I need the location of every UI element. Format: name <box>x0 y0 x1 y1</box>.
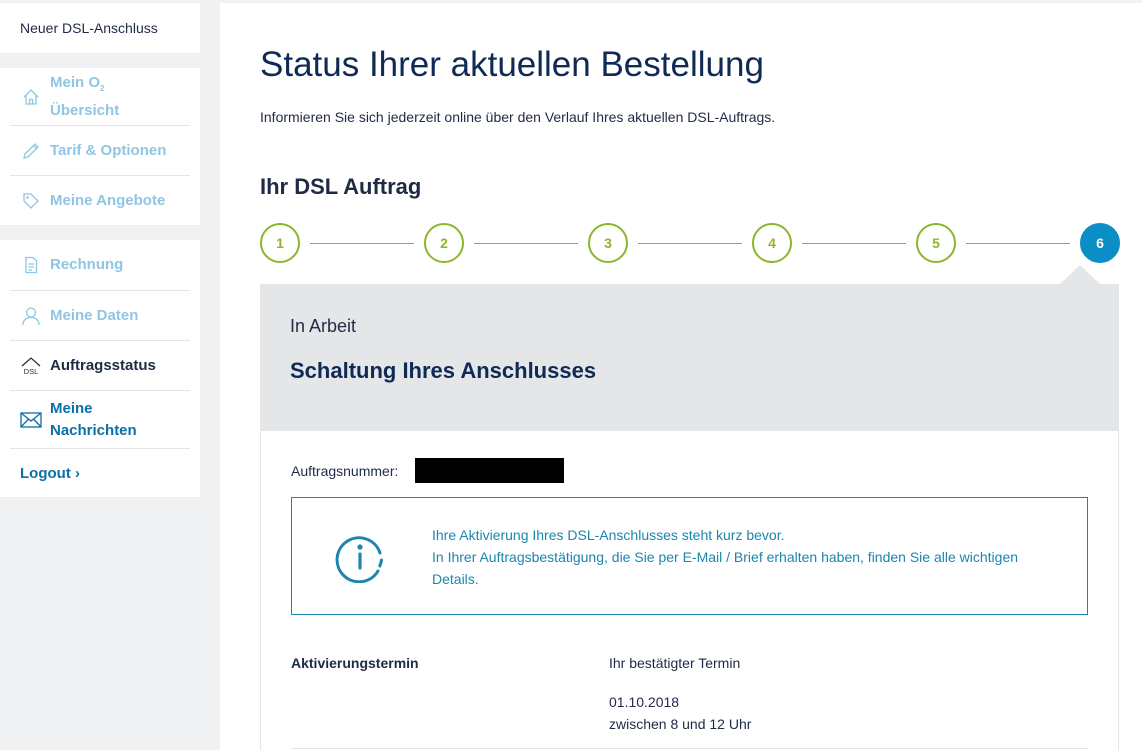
sidebar-item-label: Mein O2 Übersicht <box>50 73 120 119</box>
sidebar-item-tarif[interactable]: Tarif & Optionen <box>10 126 190 176</box>
svg-text:DSL: DSL <box>24 367 39 376</box>
page-title: Status Ihrer aktuellen Bestellung <box>260 45 764 84</box>
sidebar-item-angebote[interactable]: Meine Angebote <box>10 176 190 226</box>
step-pointer <box>1060 265 1100 284</box>
pencil-icon <box>20 140 42 162</box>
order-number-redacted <box>415 458 564 483</box>
step-connector <box>638 243 742 244</box>
main-content: Status Ihrer aktuellen Bestellung Inform… <box>220 3 1142 750</box>
home-icon <box>20 86 42 108</box>
activation-confirmed: Ihr bestätigter Termin <box>609 655 741 671</box>
step-connector <box>310 243 414 244</box>
step-4[interactable]: 4 <box>752 223 792 263</box>
envelope-icon <box>20 409 42 431</box>
sidebar-item-label: Meine Angebote <box>50 192 166 209</box>
activation-label: Aktivierungstermin <box>291 655 419 671</box>
sidebar-item-auftragsstatus[interactable]: DSL Auftragsstatus <box>10 341 190 391</box>
step-5[interactable]: 5 <box>916 223 956 263</box>
sidebar-item-label: Tarif & Optionen <box>50 141 167 159</box>
activation-time: zwischen 8 und 12 Uhr <box>609 716 752 732</box>
sidebar-item-label: Auftragsstatus <box>50 356 156 374</box>
sidebar-item-nachrichten[interactable]: Meine Nachrichten <box>10 391 190 449</box>
sidebar-item-label: Meine Daten <box>50 306 139 324</box>
divider <box>291 748 1088 749</box>
dsl-house-icon: DSL <box>20 355 42 377</box>
step-connector <box>474 243 578 244</box>
tag-icon <box>20 190 42 212</box>
step-connector <box>966 243 1070 244</box>
page-subtitle: Informieren Sie sich jederzeit online üb… <box>260 109 776 125</box>
info-text: Ihre Aktivierung Ihres DSL-Anschlusses s… <box>432 527 1019 587</box>
sidebar-item-overview[interactable]: Mein O2 Übersicht <box>10 68 190 126</box>
sidebar: Neuer DSL-Anschluss Mein O2 Übersicht Tar… <box>0 0 220 750</box>
sidebar-item-rechnung[interactable]: Rechnung <box>10 240 190 291</box>
section-title: Ihr DSL Auftrag <box>260 174 422 199</box>
order-number-label: Auftragsnummer: <box>291 463 399 479</box>
sidebar-item-label: Meine Nachrichten <box>50 399 137 439</box>
sidebar-item-label: Rechnung <box>50 256 124 273</box>
sidebar-group-services: Rechnung Meine Daten DSL Auftragsstatus … <box>0 240 200 497</box>
logout-link[interactable]: Logout › <box>20 465 80 482</box>
info-icon <box>335 536 383 583</box>
sidebar-group-account: Mein O2 Übersicht Tarif & Optionen Meine … <box>0 68 200 225</box>
info-box: Ihre Aktivierung Ihres DSL-Anschlusses s… <box>291 497 1088 615</box>
step-3[interactable]: 3 <box>588 223 628 263</box>
step-connector <box>802 243 906 244</box>
step-6[interactable]: 6 <box>1080 223 1120 263</box>
status-title: Schaltung Ihres Anschlusses <box>290 358 597 383</box>
user-icon <box>20 305 42 327</box>
step-1[interactable]: 1 <box>260 223 300 263</box>
activation-date: 01.10.2018 <box>609 694 680 710</box>
activation-datetime: 01.10.2018 zwischen 8 und 12 Uhr <box>609 691 751 735</box>
status-label: In Arbeit <box>290 316 357 336</box>
status-panel-header: In Arbeit Schaltung Ihres Anschlusses <box>260 284 1119 431</box>
sidebar-link-new-dsl[interactable]: Neuer DSL-Anschluss <box>0 3 200 53</box>
step-2[interactable]: 2 <box>424 223 464 263</box>
status-panel-body: Auftragsnummer: Ihre Aktivierung Ihres D… <box>260 431 1119 750</box>
document-icon <box>20 254 42 276</box>
sidebar-item-daten[interactable]: Meine Daten <box>10 291 190 341</box>
order-stepper: 1 2 3 4 5 6 <box>260 223 1120 265</box>
